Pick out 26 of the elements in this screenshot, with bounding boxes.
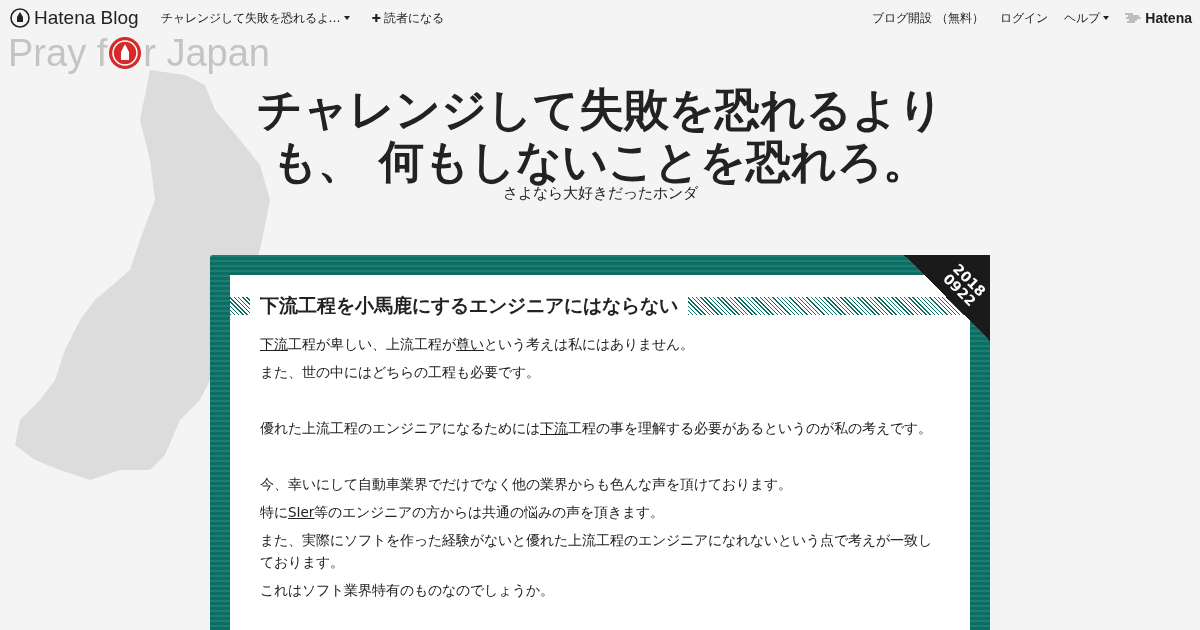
paragraph: また、世の中にはどちらの工程も必要です。 — [260, 363, 541, 382]
pen-icon — [10, 8, 30, 28]
caret-icon — [1103, 16, 1110, 20]
help-menu[interactable]: ヘルプ — [1064, 9, 1110, 27]
keyword-link[interactable]: 下流 — [260, 336, 288, 352]
lines-icon — [1125, 13, 1142, 23]
caret-icon — [343, 16, 350, 20]
nav-link[interactable]: ログイン — [1000, 9, 1049, 27]
paragraph: 下流工程が卑しい、上流工程が尊い という考えは私にはありません。 — [260, 335, 695, 354]
paragraph: これはソフト業界特有のものなのでしょうか。 — [260, 581, 555, 600]
hatena-logo[interactable]: Hatena — [1125, 10, 1192, 26]
keyword-link[interactable]: 尊い — [456, 336, 484, 352]
plus-icon: ✚ — [371, 11, 381, 25]
keyword-link[interactable]: 下流 — [540, 420, 568, 436]
hatch-bar — [230, 297, 250, 315]
nav-link[interactable]: ブログ開設 （無料） — [872, 9, 985, 27]
entry-title[interactable]: 下流工程を小馬鹿にするエンジニアにはならない — [260, 293, 678, 319]
pen-icon — [108, 36, 143, 70]
site-logo[interactable]: Hatena Blog — [10, 7, 139, 29]
keyword-link[interactable]: SIer — [288, 504, 315, 520]
paragraph: 優れた上流工程のエンジニアになるためには下流工程の事を理解する必要があるというのが私の考えです。 — [260, 419, 933, 438]
blog-menu[interactable]: チャレンジして失敗を恐れるよ… — [160, 9, 350, 27]
paragraph: 特にSIer等のエンジニアの方からは共通の悩みの声を頂きます。 — [260, 503, 666, 522]
paragraph: 今、幸いにして自動車業界でだけでなく他の業界からも色んな声を頂けております。 — [260, 475, 793, 494]
paragraph: また、実際にソフトを作った経験がないと優れた上流工程のエンジニアになれないという点で考えが一致しております。 — [260, 531, 933, 572]
subscribe-button[interactable]: ✚ 読者になる — [371, 9, 444, 27]
